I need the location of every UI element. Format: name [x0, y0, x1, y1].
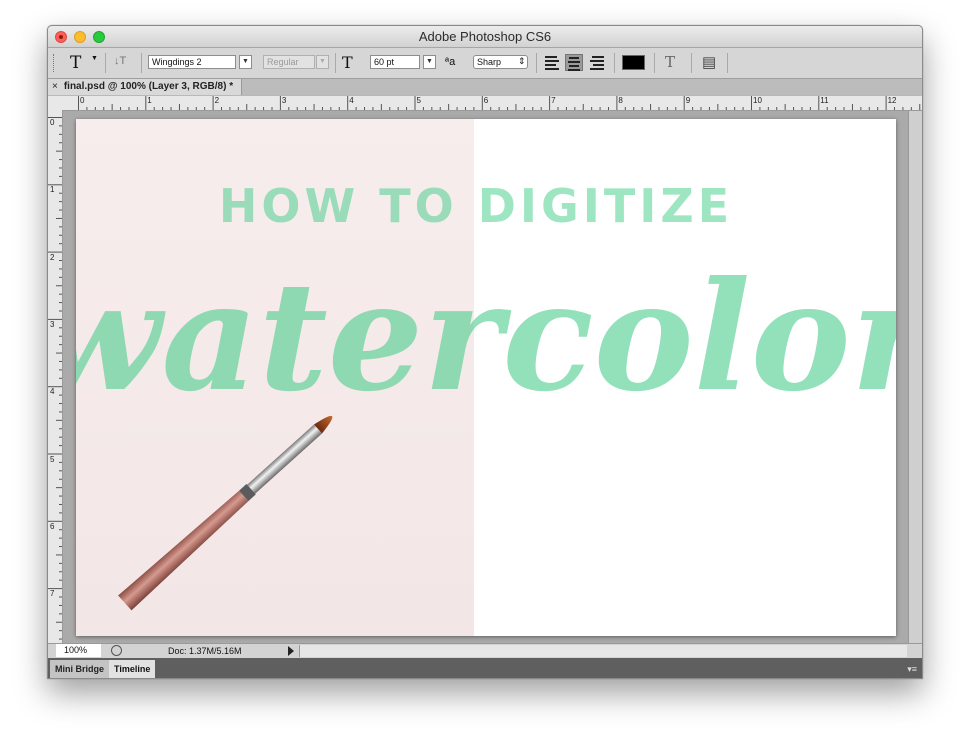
ruler-label: 2 — [214, 96, 220, 105]
clock-icon[interactable] — [111, 645, 122, 656]
ruler-label: 1 — [147, 96, 152, 105]
separator — [614, 53, 615, 73]
document-tab-bar: × final.psd @ 100% (Layer 3, RGB/8) * — [48, 79, 922, 95]
ruler-label: 5 — [50, 454, 55, 464]
ruler-label: 5 — [416, 96, 421, 105]
separator — [691, 53, 692, 73]
zoom-field[interactable]: 100% — [56, 644, 101, 657]
bottom-panel-bar: Mini Bridge Timeline ▾≡ — [48, 658, 922, 678]
document-tab-label: final.psd @ 100% (Layer 3, RGB/8) * — [63, 81, 234, 92]
vertical-scrollbar[interactable] — [908, 111, 922, 643]
anti-alias-icon: ªa — [445, 56, 456, 68]
watercolor-artwork: HOW TO DIGITIZE watercolor — [76, 119, 896, 636]
ruler-label: 0 — [80, 96, 85, 105]
ruler-label: 12 — [887, 96, 897, 105]
text-orientation-icon[interactable]: ↓T — [114, 55, 126, 67]
anti-alias-stepper-icon: ⇕ — [518, 56, 526, 66]
ruler-label: 2 — [50, 252, 55, 262]
horizontal-ruler[interactable]: 0 1 2 3 4 5 6 7 8 9 10 11 12 — [77, 96, 922, 111]
ruler-label: 4 — [349, 96, 354, 105]
ruler-label: 6 — [483, 96, 489, 105]
ruler-label: 11 — [820, 96, 829, 105]
ruler-label: 3 — [50, 319, 55, 329]
ruler-label: 6 — [50, 521, 55, 531]
font-family-field[interactable]: Wingdings 2 — [148, 55, 236, 69]
type-tool-icon[interactable]: T — [70, 53, 81, 73]
ruler-label: 1 — [50, 185, 55, 195]
separator — [105, 53, 106, 73]
status-bar: 100% Doc: 1.37M/5.16M — [48, 643, 922, 658]
document-size-info: Doc: 1.37M/5.16M — [168, 646, 242, 656]
font-family-dropdown-icon[interactable]: ▼ — [239, 55, 252, 69]
ruler-label: 4 — [50, 387, 55, 397]
headline-watercolor: watercolor — [76, 249, 896, 425]
separator — [335, 53, 336, 73]
ruler-label: 7 — [50, 589, 55, 599]
horizontal-ruler-ticks — [78, 96, 921, 110]
options-bar-grip[interactable] — [53, 54, 56, 72]
canvas-workspace[interactable]: HOW TO DIGITIZE watercolor — [63, 111, 908, 643]
font-size-field[interactable]: 60 pt — [370, 55, 420, 69]
ruler-label: 0 — [50, 118, 55, 127]
tab-mini-bridge[interactable]: Mini Bridge — [50, 660, 109, 678]
font-size-icon: T — [342, 53, 353, 72]
font-style-field[interactable]: Regular — [263, 55, 315, 69]
ruler-label: 3 — [281, 96, 287, 105]
window-title: Adobe Photoshop CS6 — [418, 29, 552, 44]
warp-text-icon[interactable]: T — [665, 53, 675, 71]
tool-preset-dropdown-icon[interactable]: ▼ — [91, 55, 98, 62]
character-panel-icon[interactable]: ▤ — [702, 53, 716, 71]
document-canvas[interactable]: HOW TO DIGITIZE watercolor — [76, 119, 896, 636]
title-bar: Adobe Photoshop CS6 — [48, 26, 922, 48]
ruler-label: 7 — [551, 96, 556, 105]
separator — [141, 53, 142, 73]
text-color-swatch[interactable] — [622, 55, 645, 70]
photoshop-window: Adobe Photoshop CS6 T ▼ ↓T Wingdings 2 ▼… — [47, 25, 923, 679]
status-menu-arrow-icon[interactable] — [288, 646, 294, 656]
close-document-icon[interactable]: × — [52, 81, 58, 92]
ruler-origin[interactable] — [48, 96, 77, 111]
align-left-button[interactable] — [543, 54, 561, 71]
align-right-button[interactable] — [588, 54, 606, 71]
tab-timeline[interactable]: Timeline — [109, 660, 156, 678]
document-tab[interactable]: × final.psd @ 100% (Layer 3, RGB/8) * — [48, 79, 243, 95]
panel-menu-icon[interactable]: ▾≡ — [907, 664, 917, 675]
separator — [654, 53, 655, 73]
font-style-dropdown-icon[interactable]: ▼ — [316, 55, 329, 69]
headline-how-to-digitize: HOW TO DIGITIZE — [219, 179, 733, 233]
ruler-label: 10 — [753, 96, 762, 105]
separator — [536, 53, 537, 73]
vertical-ruler[interactable]: 0 1 2 3 4 5 6 7 — [48, 110, 63, 643]
ruler-label: 9 — [685, 96, 691, 105]
separator — [727, 53, 728, 73]
ruler-label: 8 — [618, 96, 623, 105]
font-size-dropdown-icon[interactable]: ▼ — [423, 55, 436, 69]
options-bar: T ▼ ↓T Wingdings 2 ▼ Regular ▼ T 60 pt ▼… — [48, 48, 922, 79]
horizontal-scrollbar[interactable] — [299, 645, 907, 657]
align-center-button[interactable] — [565, 54, 583, 71]
